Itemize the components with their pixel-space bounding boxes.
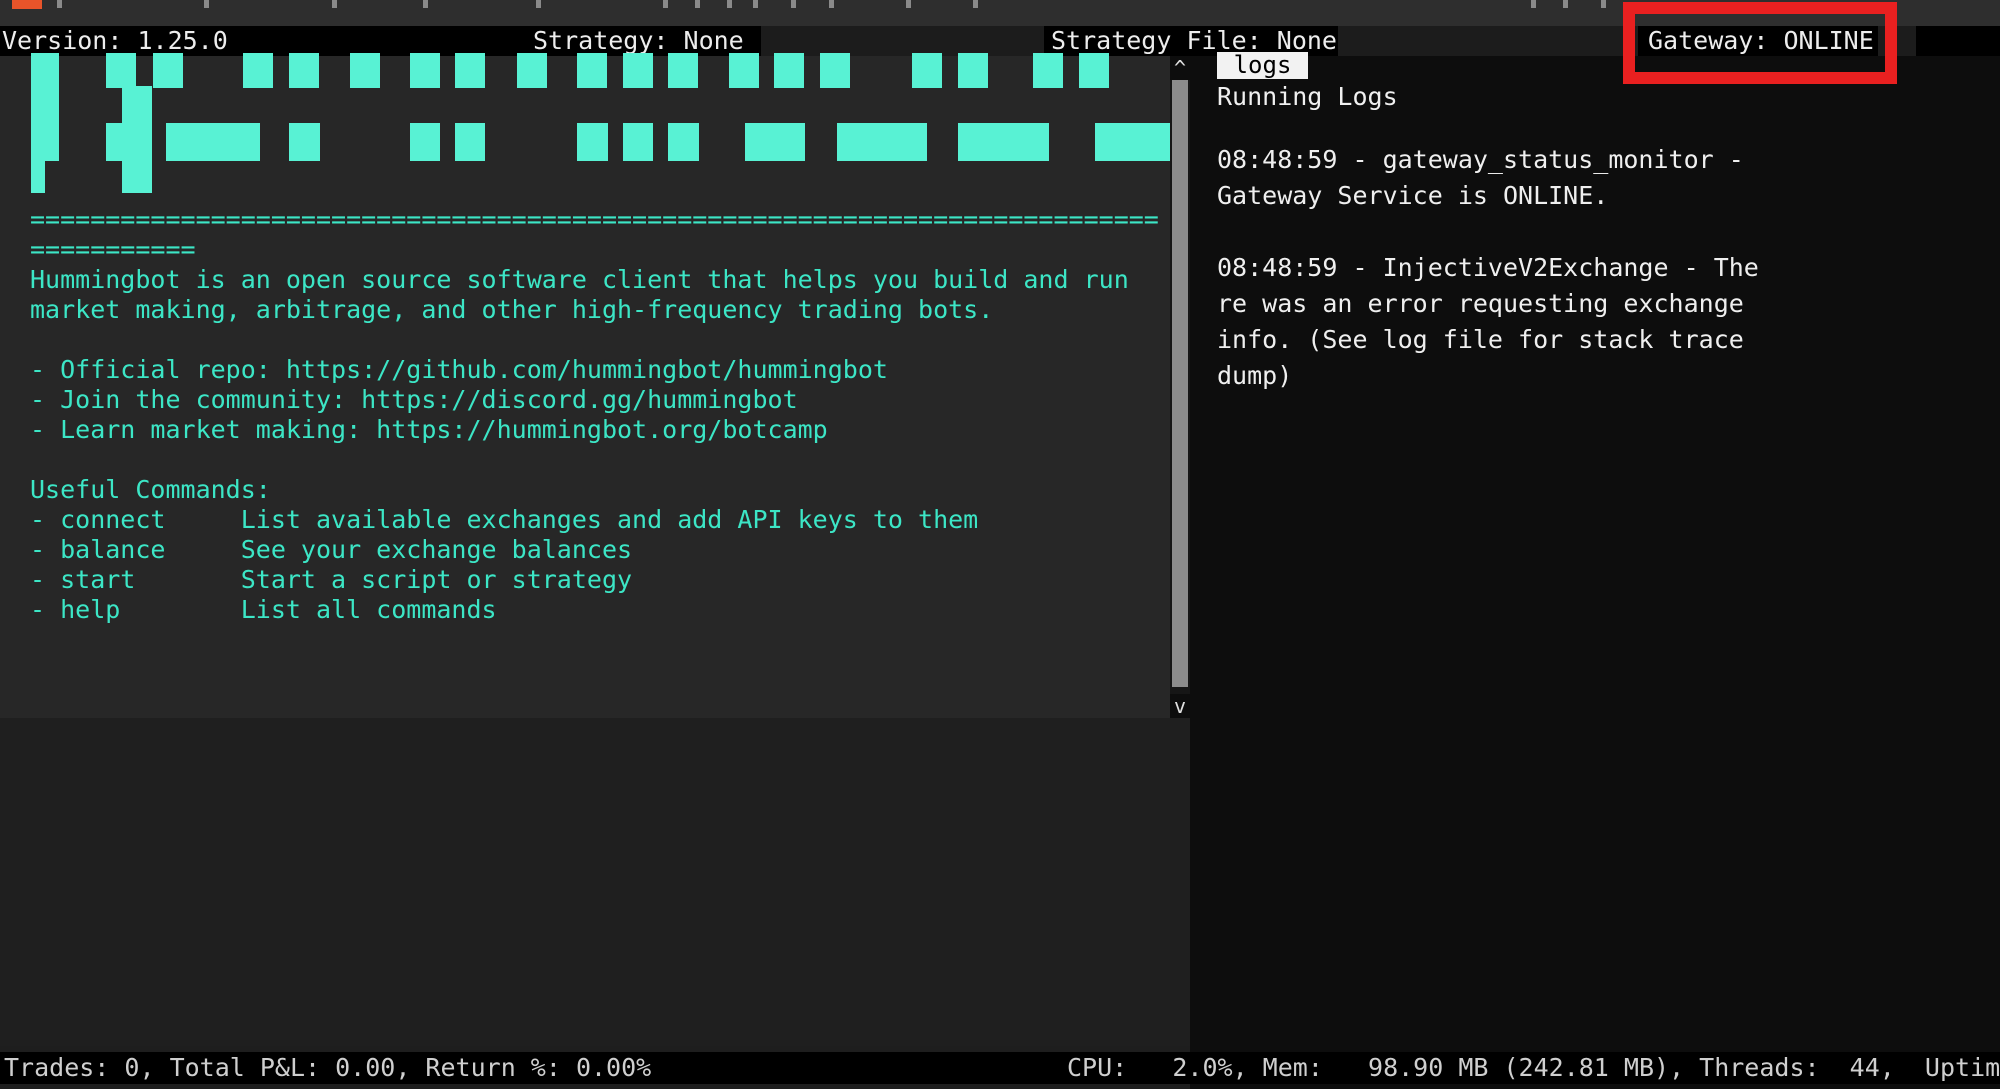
terminal-text-line: Useful Commands: <box>30 475 1159 505</box>
logo-block <box>455 123 485 161</box>
terminal-text-line: - Official repo: https://github.com/humm… <box>30 355 1159 385</box>
logo-block <box>106 123 135 161</box>
status-bar: Trades: 0, Total P&L: 0.00, Return %: 0.… <box>0 1052 2000 1084</box>
terminal-text-line: - Join the community: https://discord.gg… <box>30 385 1159 415</box>
logo-block <box>455 53 485 88</box>
welcome-text: ========================================… <box>30 205 1159 625</box>
terminal-text-line: =========== <box>30 235 1159 265</box>
hummingbot-terminal-window: Version: 1.25.0 Strategy: None Strategy … <box>0 0 2000 1089</box>
scrollbar-thumb[interactable] <box>1172 80 1188 687</box>
logo-block <box>289 123 320 161</box>
logo-block <box>31 53 59 161</box>
logo-block <box>31 161 45 193</box>
window-strip-tick <box>1531 0 1536 8</box>
window-strip-tick <box>1601 0 1606 8</box>
command-input-pane[interactable]: >>> <box>0 718 1190 1046</box>
log-entries: 08:48:59 - gateway_status_monitor -Gatew… <box>1217 142 1817 394</box>
log-entry-line: 08:48:59 - gateway_status_monitor - <box>1217 142 1817 178</box>
window-strip-tick <box>1563 0 1568 8</box>
log-entry: 08:48:59 - InjectiveV2Exchange - There w… <box>1217 250 1817 394</box>
window-strip-tick <box>695 0 700 8</box>
window-strip-tick <box>829 0 834 8</box>
logo-block <box>106 53 136 88</box>
trades-pnl-status: Trades: 0, Total P&L: 0.00, Return %: 0.… <box>4 1052 651 1084</box>
terminal-text-line: - Learn market making: https://hummingbo… <box>30 415 1159 445</box>
logo-block <box>153 53 183 88</box>
header-spacer-block <box>1916 26 2000 56</box>
logo-block <box>820 53 850 88</box>
log-entry-line: dump) <box>1217 358 1817 394</box>
log-entry-line: Gateway Service is ONLINE. <box>1217 178 1817 214</box>
logo-block <box>350 53 380 88</box>
terminal-output-pane: ========================================… <box>0 56 1170 718</box>
logo-block <box>1079 53 1109 88</box>
window-strip-tick <box>973 0 978 8</box>
scroll-down-icon[interactable]: v <box>1170 694 1190 718</box>
logo-block <box>122 161 152 193</box>
window-strip-tick <box>57 0 62 8</box>
log-entry-line: info. (See log file for stack trace <box>1217 322 1817 358</box>
window-strip-tick <box>332 0 337 8</box>
terminal-text-line: - help List all commands <box>30 595 1159 625</box>
window-strip-tick <box>536 0 541 8</box>
logo-block <box>166 123 260 161</box>
system-resources-status: CPU: 2.0%, Mem: 98.90 MB (242.81 MB), Th… <box>1067 1052 2000 1084</box>
terminal-text-line: - start Start a script or strategy <box>30 565 1159 595</box>
output-scrollbar[interactable]: ^ v <box>1170 56 1190 718</box>
logo-block <box>1033 53 1063 88</box>
logo-block <box>243 53 273 88</box>
terminal-text-line <box>30 325 1159 355</box>
window-strip-tick <box>423 0 428 8</box>
terminal-text-line: - connect List available exchanges and a… <box>30 505 1159 535</box>
log-entry: 08:48:59 - gateway_status_monitor -Gatew… <box>1217 142 1817 214</box>
terminal-text-line <box>30 445 1159 475</box>
tab-logs[interactable]: logs <box>1217 52 1308 79</box>
logo-block <box>623 53 653 88</box>
logo-block <box>958 123 1049 161</box>
version-label: Version: 1.25.0 <box>0 26 529 56</box>
logo-block <box>289 53 319 88</box>
gateway-highlight-box <box>1623 2 1897 84</box>
logo-block <box>837 123 927 161</box>
logo-block <box>517 53 547 88</box>
logo-block <box>577 123 608 161</box>
window-strip-tick <box>753 0 758 8</box>
log-entry-line: re was an error requesting exchange <box>1217 286 1817 322</box>
logo-block <box>577 53 607 88</box>
terminal-text-line: - balance See your exchange balances <box>30 535 1159 565</box>
logo-block <box>958 53 988 88</box>
logo-block <box>410 123 440 161</box>
strategy-label: Strategy: None <box>529 26 761 56</box>
logo-block <box>410 53 440 88</box>
window-strip-tick <box>906 0 911 8</box>
logs-panel-title: Running Logs <box>1217 82 1398 112</box>
scroll-up-icon[interactable]: ^ <box>1170 56 1190 80</box>
logo-block <box>774 53 804 88</box>
logo-block <box>623 123 653 161</box>
logo-block <box>745 123 805 161</box>
window-strip-tick <box>663 0 668 8</box>
window-strip-tick <box>204 0 209 8</box>
log-entry-gap <box>1217 214 1817 250</box>
log-entry-line: 08:48:59 - InjectiveV2Exchange - The <box>1217 250 1817 286</box>
logo-block <box>668 123 699 161</box>
terminal-text-line: ========================================… <box>30 205 1159 235</box>
window-strip-tick <box>791 0 796 8</box>
logo-block <box>912 53 942 88</box>
window-accent-mark <box>12 0 42 9</box>
logo-block <box>729 53 759 88</box>
terminal-text-line: Hummingbot is an open source software cl… <box>30 265 1159 295</box>
window-strip-tick <box>727 0 732 8</box>
terminal-text-line: market making, arbitrage, and other high… <box>30 295 1159 325</box>
logo-block <box>1095 123 1172 161</box>
logo-block <box>668 53 698 88</box>
